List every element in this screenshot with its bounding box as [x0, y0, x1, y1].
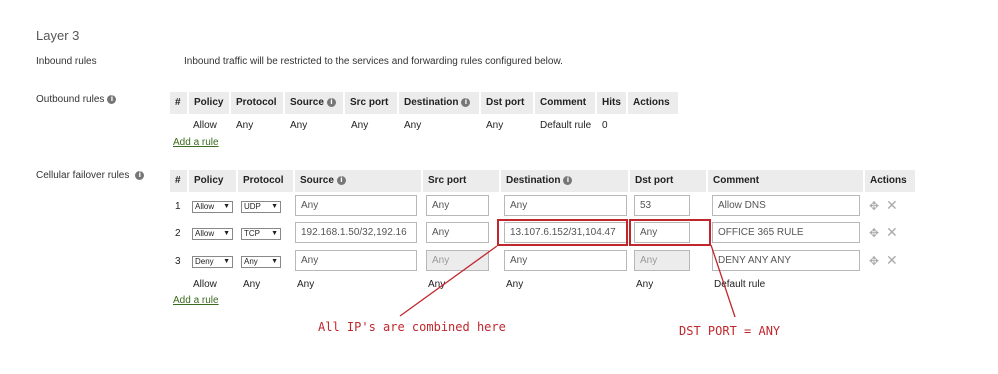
- dst-port-note: DST PORT = ANY: [679, 324, 781, 338]
- ip-combined-note: All IP's are combined here: [318, 320, 506, 334]
- ip-note-arrow: [399, 245, 498, 317]
- annotation-arrows: [399, 244, 736, 318]
- port-note-arrow: [710, 244, 736, 318]
